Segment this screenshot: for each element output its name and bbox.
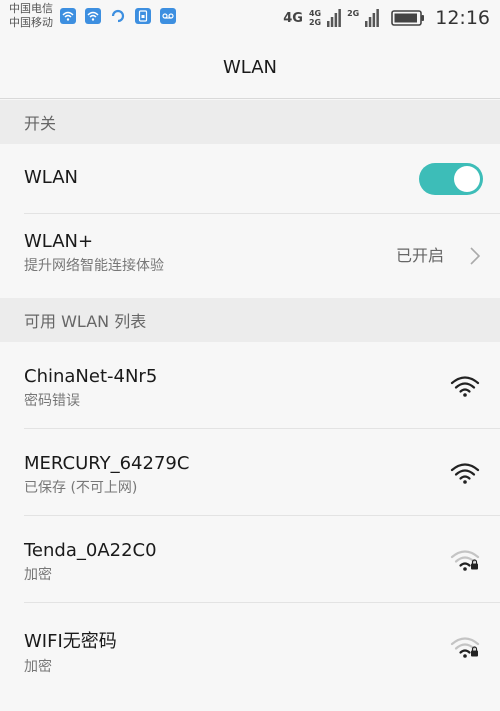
network-ssid: WIFI无密码	[24, 631, 117, 652]
network-row[interactable]: MERCURY_64279C 已保存 (不可上网)	[0, 429, 500, 516]
network-status: 已保存 (不可上网)	[24, 480, 138, 496]
toggle-knob	[454, 166, 480, 192]
wifi-strong-icon	[450, 462, 480, 484]
network-status: 密码错误	[24, 393, 80, 409]
wifi-strong-icon	[450, 375, 480, 397]
network-stack-label: 4G 2G	[308, 9, 322, 27]
clock: 12:16	[435, 7, 490, 29]
wlan-plus-subtitle: 提升网络智能连接体验	[24, 258, 164, 274]
wifi-alert-icon	[85, 8, 101, 24]
wlan-plus-label: WLAN+	[24, 231, 94, 252]
network-ssid: ChinaNet-4Nr5	[24, 366, 158, 387]
section-header-available: 可用 WLAN 列表	[0, 298, 500, 342]
network-row[interactable]: ChinaNet-4Nr5 密码错误	[0, 342, 500, 429]
page-title: WLAN	[222, 56, 278, 78]
wifi-notification-icon	[60, 8, 76, 24]
network-row[interactable]: WIFI无密码 加密	[0, 603, 500, 690]
carrier-1: 中国电信	[9, 2, 53, 15]
wlan-toggle-switch[interactable]	[419, 163, 483, 195]
battery-icon	[391, 10, 425, 26]
section-header-label: 可用 WLAN 列表	[24, 312, 147, 331]
signal-icon-2	[365, 9, 380, 27]
voicemail-icon	[160, 8, 176, 24]
network-type-label: 4G	[283, 10, 303, 26]
network-status: 加密	[24, 567, 52, 583]
status-bar: 中国电信 中国移动 4G 4G 2G 2G 12:16	[0, 0, 500, 36]
chevron-right-icon	[470, 247, 480, 265]
title-bar: WLAN	[0, 36, 500, 99]
notification-icons	[60, 8, 176, 24]
carrier-labels: 中国电信 中国移动	[9, 2, 53, 30]
network-ssid: MERCURY_64279C	[24, 453, 190, 474]
network-status: 加密	[24, 659, 52, 675]
network-ssid: Tenda_0A22C0	[24, 540, 157, 561]
system-status: 4G 4G 2G 2G 12:16	[283, 5, 490, 31]
section-header-switch: 开关	[0, 100, 500, 144]
network-label-2: 2G	[347, 9, 360, 18]
signal-icon	[327, 9, 341, 27]
carrier-2: 中国移动	[9, 16, 53, 29]
section-header-label: 开关	[24, 114, 57, 133]
sim-icon	[135, 8, 151, 24]
wifi-locked-icon	[450, 636, 480, 658]
wlan-toggle-row[interactable]: WLAN	[0, 144, 500, 214]
network-row[interactable]: Tenda_0A22C0 加密	[0, 516, 500, 603]
wifi-locked-icon	[450, 549, 480, 571]
wlan-label: WLAN	[24, 167, 79, 188]
sync-icon	[110, 8, 126, 24]
wlan-plus-row[interactable]: WLAN+ 提升网络智能连接体验 已开启	[0, 214, 500, 298]
wlan-plus-status: 已开启	[395, 246, 444, 266]
